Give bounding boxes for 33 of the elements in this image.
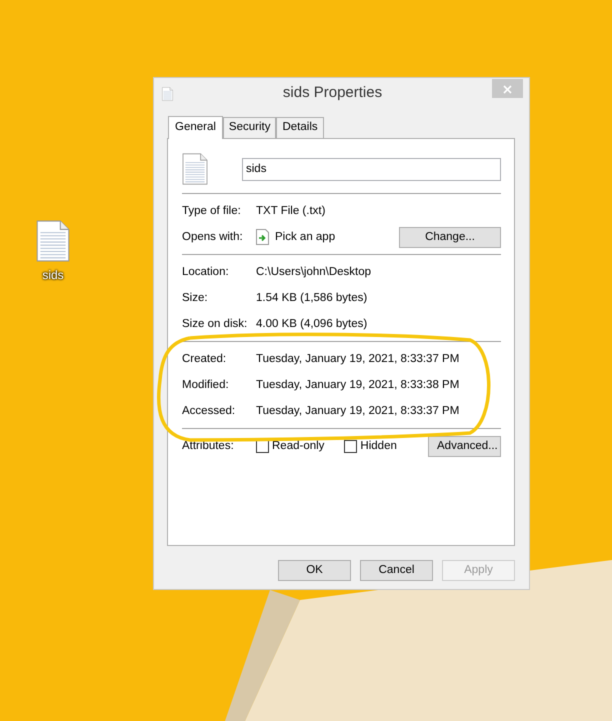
property-label: Accessed:	[182, 404, 236, 419]
property-value: TXT File (.txt)	[256, 204, 326, 219]
property-label: Created:	[182, 352, 228, 367]
tab[interactable]: Security	[222, 117, 276, 138]
text-file-icon	[182, 153, 208, 186]
property-label: Size:	[182, 290, 209, 306]
window-title: sids Properties	[282, 83, 384, 104]
tab[interactable]: General	[168, 116, 223, 140]
text-file-icon	[36, 220, 70, 262]
checkbox-label: Hidden	[360, 438, 397, 454]
property-value: Tuesday, January 19, 2021, 8:33:37 PM	[256, 352, 460, 367]
property-label: Modified:	[182, 378, 230, 393]
tab[interactable]: Details	[276, 117, 324, 138]
property-label: Size on disk:	[182, 316, 248, 332]
file-icon	[162, 86, 173, 100]
property-value: Tuesday, January 19, 2021, 8:33:38 PM	[256, 378, 460, 393]
file-name-field[interactable]: sids	[242, 158, 501, 181]
dialog-button[interactable]: Cancel	[360, 560, 433, 582]
advanced-button[interactable]: Advanced...	[428, 436, 501, 457]
property-label: Location:	[182, 264, 230, 280]
property-value: Pick an app	[275, 230, 336, 245]
app-icon	[256, 229, 269, 246]
change-button[interactable]: Change...	[399, 226, 501, 248]
property-label: Type of file:	[182, 204, 242, 219]
property-value: C:\Users\john\Desktop	[256, 264, 372, 280]
checkbox[interactable]	[344, 440, 358, 453]
property-value: Tuesday, January 19, 2021, 8:33:37 PM	[256, 404, 460, 419]
property-value: 4.00 KB (4,096 bytes)	[256, 316, 368, 332]
property-value: 1.54 KB (1,586 bytes)	[256, 290, 368, 306]
dialog-button[interactable]: OK	[278, 560, 351, 582]
property-label: Opens with:	[182, 230, 244, 245]
checkbox-label: Read-only	[272, 438, 324, 454]
attributes-label: Attributes:	[182, 438, 235, 454]
